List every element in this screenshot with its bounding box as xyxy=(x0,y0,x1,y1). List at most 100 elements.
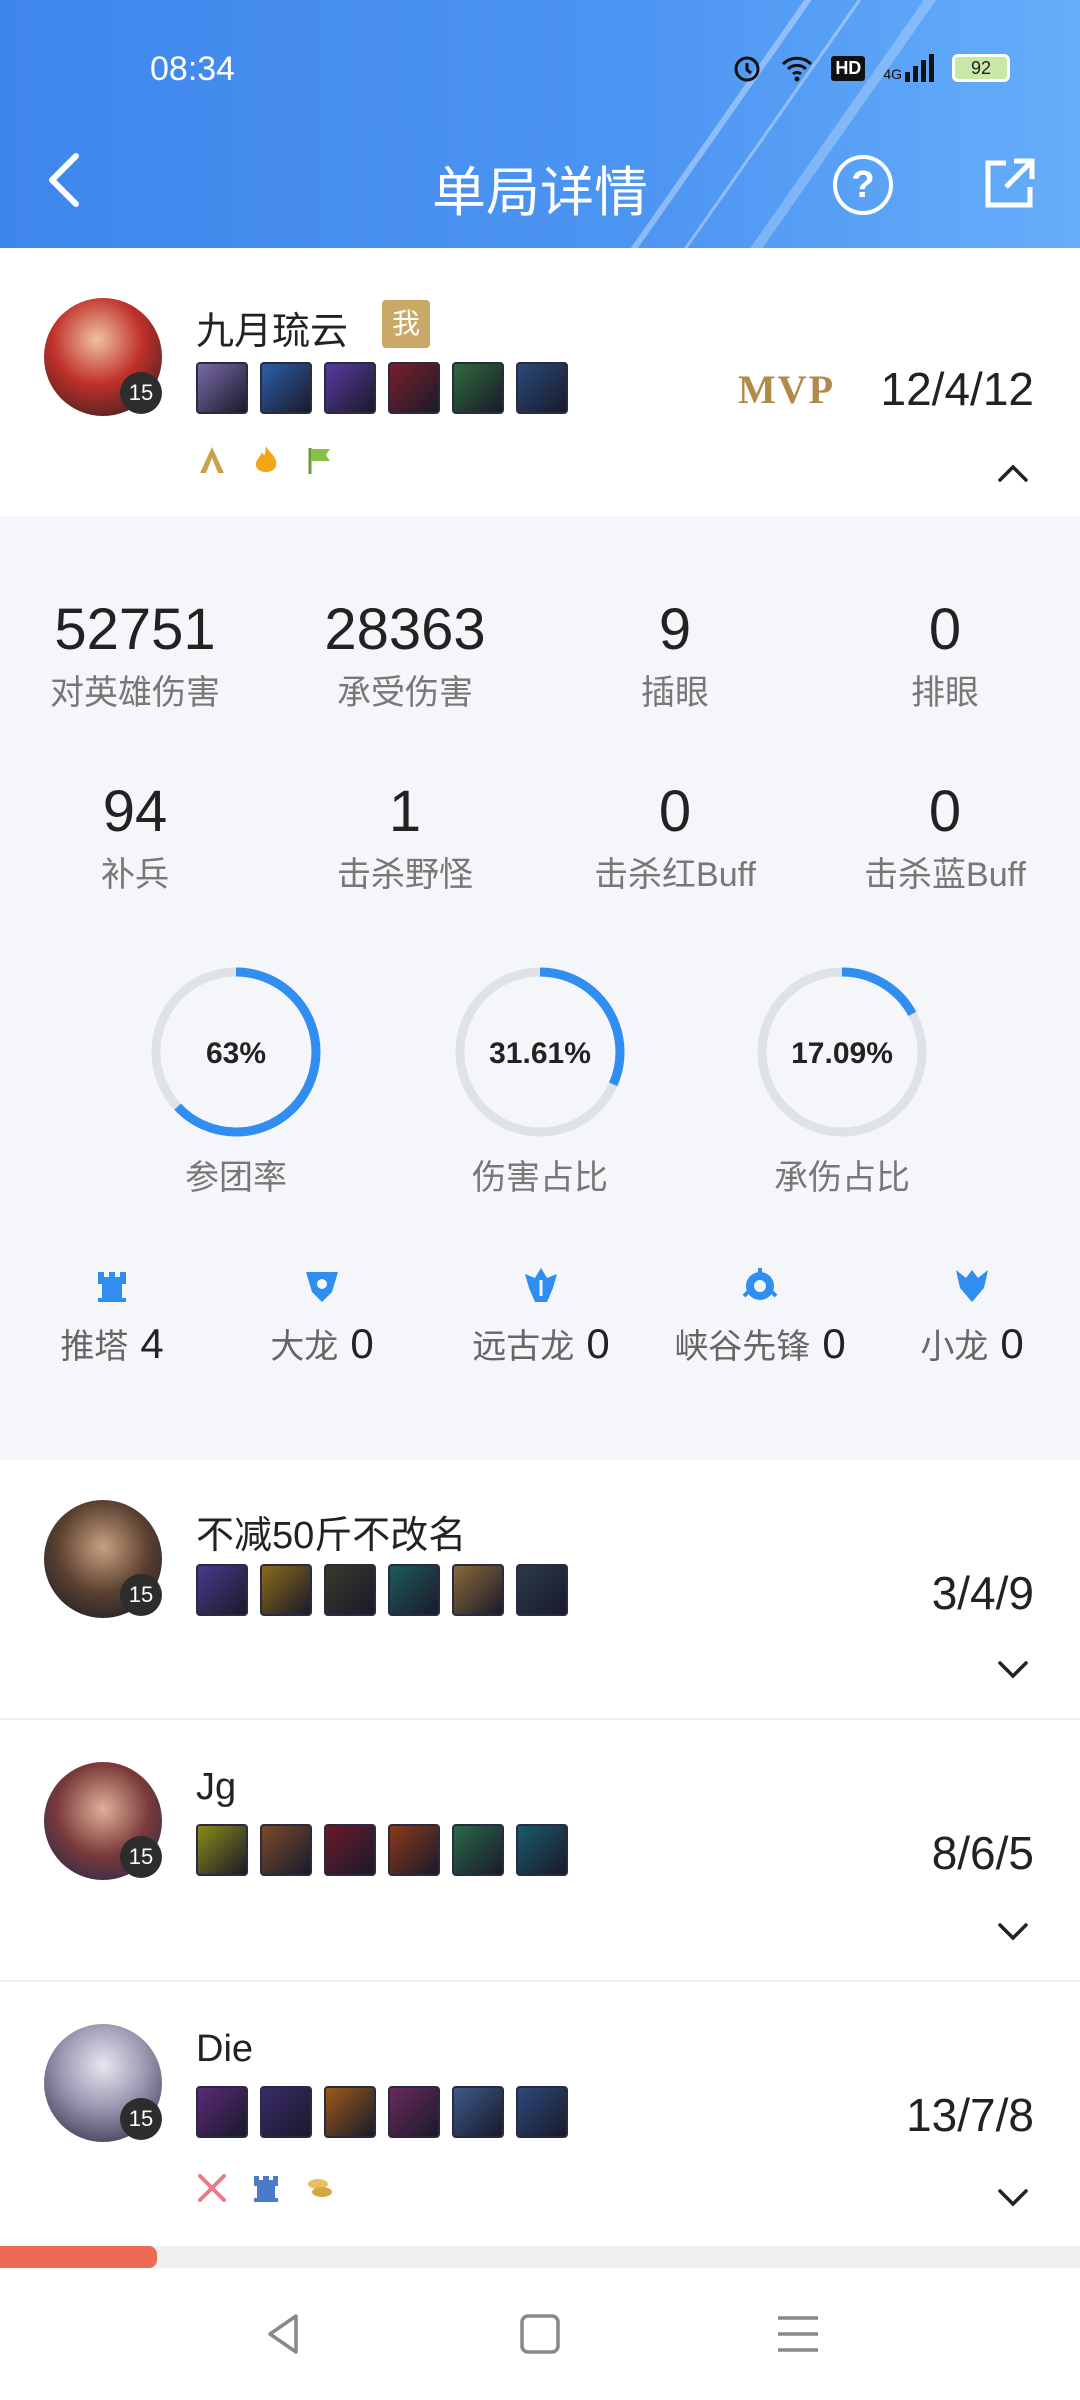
elder-dragon-icon xyxy=(525,1268,557,1302)
item-list xyxy=(196,362,568,414)
item-icon xyxy=(260,1824,312,1876)
ring-label: 参团率 xyxy=(185,1159,287,1197)
coins-icon xyxy=(308,2179,332,2197)
item-list xyxy=(196,1564,568,1616)
system-nav-bar xyxy=(0,2268,1080,2400)
me-badge: 我 xyxy=(382,300,430,348)
ring-label: 伤害占比 xyxy=(472,1159,608,1197)
level-badge: 15 xyxy=(120,372,162,414)
player-name: 九月琉云 xyxy=(196,311,349,353)
gold-a-badge-icon xyxy=(200,447,224,473)
ring-value: 31.61% xyxy=(489,1037,591,1070)
stat-wards-cleared: 0 排眼 xyxy=(911,597,979,712)
expand-chevron-icon[interactable] xyxy=(996,1920,1030,1942)
player-card[interactable]: 15 九月琉云 我 MVP 12/4/12 xyxy=(0,248,1080,516)
tower-icon xyxy=(98,1272,126,1302)
player-name: Die xyxy=(196,2028,254,2070)
stat-blue-buff: 0 击杀蓝Buff xyxy=(864,779,1026,894)
nav-home-button[interactable] xyxy=(514,2308,566,2360)
header-bar: 08:34 HD 4G 92 单局详情 ? xyxy=(0,0,1080,248)
help-button[interactable]: ? xyxy=(833,155,893,215)
player-card[interactable]: 15 Jg 8/6/5 xyxy=(0,1720,1080,1980)
mvp-badge: MVP xyxy=(738,367,836,412)
item-icon xyxy=(388,2086,440,2138)
item-icon xyxy=(516,1824,568,1876)
player-name: 不减50斤不改名 xyxy=(196,1515,467,1557)
item-icon xyxy=(260,1564,312,1616)
expand-chevron-icon[interactable] xyxy=(996,1658,1030,1680)
ring-value: 17.09% xyxy=(791,1037,893,1070)
collapse-chevron-icon[interactable] xyxy=(996,462,1030,484)
item-icon xyxy=(452,2086,504,2138)
objective-dragon: 小龙 0 xyxy=(912,1266,1032,1368)
objective-rift-herald: 峡谷先锋 0 xyxy=(670,1266,850,1368)
kda-text: 12/4/12 xyxy=(880,363,1034,415)
kda-text: 8/6/5 xyxy=(931,1827,1034,1879)
item-icon xyxy=(324,362,376,414)
tower-icon xyxy=(254,2176,278,2202)
objective-baron: 大龙 0 xyxy=(262,1266,382,1368)
item-icon xyxy=(516,1564,568,1616)
player-card[interactable]: 15 不减50斤不改名 3/4/9 xyxy=(0,1460,1080,1718)
player-name: Jg xyxy=(196,1766,237,1808)
objective-elder-dragon: 远古龙 0 xyxy=(466,1266,616,1368)
wifi-icon xyxy=(782,56,813,82)
item-icon xyxy=(260,2086,312,2138)
ring-label: 承伤占比 xyxy=(774,1159,910,1197)
stat-damage-taken: 28363 承受伤害 xyxy=(324,597,486,712)
kda-text: 3/4/9 xyxy=(931,1567,1034,1619)
stat-monsters: 1 击杀野怪 xyxy=(337,779,473,894)
alarm-icon xyxy=(734,56,760,82)
crossed-swords-icon xyxy=(198,2174,226,2202)
ring-value: 63% xyxy=(206,1037,266,1070)
item-icon xyxy=(452,1824,504,1876)
item-icon xyxy=(324,1564,376,1616)
battery-icon: 92 xyxy=(952,54,1010,82)
ring-damage-share: 31.61% 伤害占比 xyxy=(440,962,640,1199)
status-icons: HD 4G 92 xyxy=(731,52,1010,84)
player-card[interactable]: 15 Die 13/7/8 xyxy=(0,1982,1080,2246)
item-list xyxy=(196,2086,568,2138)
item-icon xyxy=(452,1564,504,1616)
status-time: 08:34 xyxy=(150,50,236,88)
item-icon xyxy=(196,362,248,414)
objective-towers: 推塔 4 xyxy=(52,1266,172,1368)
nav-back-button[interactable] xyxy=(258,2308,310,2360)
stat-minions: 94 补兵 xyxy=(101,779,169,894)
item-icon xyxy=(388,362,440,414)
expand-chevron-icon[interactable] xyxy=(996,2186,1030,2208)
item-icon xyxy=(260,362,312,414)
item-list xyxy=(196,1824,568,1876)
item-icon xyxy=(196,1824,248,1876)
item-icon xyxy=(196,2086,248,2138)
stat-hero-damage: 52751 对英雄伤害 xyxy=(50,597,220,712)
green-flag-icon xyxy=(308,448,330,474)
progress-track xyxy=(0,2246,1080,2268)
ring-damage-taken-share: 17.09% 承伤占比 xyxy=(742,962,942,1199)
item-icon xyxy=(388,1564,440,1616)
item-icon xyxy=(324,1824,376,1876)
item-icon xyxy=(324,2086,376,2138)
level-badge: 15 xyxy=(120,1574,162,1616)
item-icon xyxy=(388,1824,440,1876)
nav-menu-button[interactable] xyxy=(772,2308,824,2360)
rift-herald-icon xyxy=(742,1268,778,1300)
flame-icon xyxy=(255,446,277,472)
share-button[interactable] xyxy=(980,155,1038,213)
level-badge: 15 xyxy=(120,1836,162,1878)
hd-icon: HD xyxy=(831,55,866,81)
stat-red-buff: 0 击杀红Buff xyxy=(594,779,756,894)
item-icon xyxy=(516,362,568,414)
achievement-badges xyxy=(196,2172,336,2204)
item-icon xyxy=(452,362,504,414)
baron-icon xyxy=(306,1272,338,1302)
item-icon xyxy=(516,2086,568,2138)
progress-fill xyxy=(0,2246,157,2268)
item-icon xyxy=(196,1564,248,1616)
stat-wards-placed: 9 插眼 xyxy=(641,597,709,712)
network-icon: 4G xyxy=(883,54,934,82)
kda-text: 13/7/8 xyxy=(906,2089,1034,2141)
ring-participation: 63% 参团率 xyxy=(136,962,336,1199)
dragon-icon xyxy=(956,1270,988,1302)
achievement-badges xyxy=(196,444,336,476)
